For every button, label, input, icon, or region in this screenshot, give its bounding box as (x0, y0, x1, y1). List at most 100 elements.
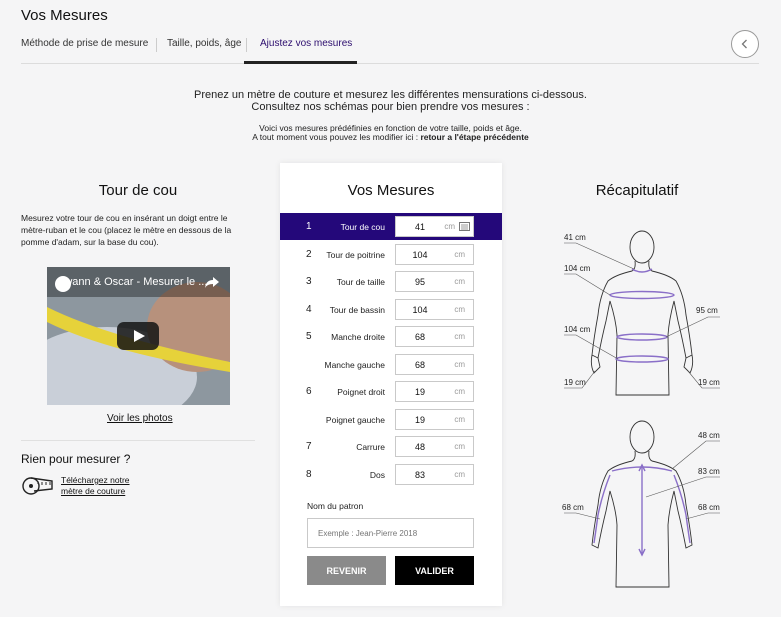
measure-row[interactable]: Manche gauche 68 cm (280, 351, 502, 378)
measure-input[interactable]: 41 cm (395, 216, 474, 237)
front-hips-label: 104 cm (564, 325, 591, 334)
measure-input[interactable]: 68 cm (395, 354, 474, 375)
measure-input[interactable]: 104 cm (395, 244, 474, 265)
back-body-diagram (564, 420, 720, 588)
unit-label: cm (454, 360, 465, 369)
measure-row[interactable]: 6 Poignet droit 19 cm (280, 378, 502, 405)
measure-row[interactable]: 7 Carrure 48 cm (280, 433, 502, 460)
validate-button[interactable]: VALIDER (395, 556, 474, 585)
measure-label: Dos (369, 470, 385, 480)
measure-value: 83 (414, 470, 425, 480)
measure-label: Manche gauche (324, 360, 386, 370)
front-chest-label: 104 cm (564, 264, 591, 273)
measure-row[interactable]: 5 Manche droite 68 cm (280, 323, 502, 350)
form-title: Vos Mesures (347, 182, 435, 199)
back-sleeve-right-label: 68 cm (698, 503, 720, 512)
unit-label: cm (454, 277, 465, 286)
measure-input[interactable]: 19 cm (395, 381, 474, 402)
measure-label: Tour de cou (340, 222, 385, 232)
measure-number: 4 (306, 304, 312, 315)
download-link-line1: Téléchargez notre (61, 475, 130, 485)
unit-label: cm (454, 305, 465, 314)
chevron-left-icon (741, 39, 747, 49)
measure-value: 68 (414, 360, 425, 370)
measure-input[interactable]: 95 cm (395, 271, 474, 292)
measure-row[interactable]: 1 Tour de cou 41 cm (280, 213, 502, 240)
pattern-name-label: Nom du patron (307, 501, 364, 511)
measure-value: 104 (412, 305, 428, 315)
measure-input[interactable]: 48 cm (395, 436, 474, 457)
measure-input[interactable]: 83 cm (395, 464, 474, 485)
see-photos-link[interactable]: Voir les photos (107, 413, 173, 424)
measure-label: Tour de bassin (329, 305, 385, 315)
measure-input[interactable]: 104 cm (395, 299, 474, 320)
tab-separator (246, 38, 247, 52)
back-button[interactable] (731, 30, 759, 58)
video-title: Swann & Oscar - Mesurer le ... (57, 276, 208, 288)
left-section-title: Tour de cou (98, 182, 178, 199)
share-icon[interactable] (204, 276, 220, 289)
play-icon[interactable] (117, 322, 159, 350)
list-icon (459, 222, 470, 231)
page-title: Vos Mesures (21, 7, 108, 24)
measure-number: 2 (306, 249, 312, 260)
measure-label: Manche droite (331, 332, 385, 342)
measure-label: Poignet droit (337, 387, 385, 397)
download-link-line2: mètre de couture (61, 486, 126, 496)
measure-input[interactable]: 19 cm (395, 409, 474, 430)
intro-text-2: Consultez nos schémas pour bien prendre … (251, 101, 530, 113)
no-tape-title: Rien pour mesurer ? (21, 452, 131, 466)
tab-separator (156, 38, 157, 52)
measure-value: 19 (414, 415, 425, 425)
active-tab-indicator (244, 61, 357, 64)
front-neck-label: 41 cm (564, 233, 586, 242)
measure-value: 68 (414, 332, 425, 342)
download-tape-link[interactable]: Téléchargez notre mètre de couture (61, 475, 130, 497)
measure-row[interactable]: 8 Dos 83 cm (280, 461, 502, 488)
tab-measure-method[interactable]: Méthode de prise de mesure (21, 38, 148, 49)
intro-text-1: Prenez un mètre de couture et mesurez le… (194, 89, 587, 101)
back-sleeve-left-label: 68 cm (562, 503, 584, 512)
unit-label: cm (444, 222, 455, 231)
intro-text-4: A tout moment vous pouvez les modifier i… (0, 132, 781, 142)
tab-size-weight-age[interactable]: Taille, poids, âge (167, 38, 242, 49)
measure-number: 8 (306, 469, 312, 480)
unit-label: cm (454, 250, 465, 259)
front-wrist-left-label: 19 cm (564, 378, 586, 387)
measure-row[interactable]: Poignet gauche 19 cm (280, 406, 502, 433)
tab-adjust-measures[interactable]: Ajustez vos mesures (260, 38, 352, 49)
measure-row[interactable]: 3 Tour de taille 95 cm (280, 268, 502, 295)
measure-label: Tour de poitrine (326, 250, 385, 260)
unit-label: cm (454, 442, 465, 451)
measure-value: 48 (414, 442, 425, 452)
unit-label: cm (454, 470, 465, 479)
measure-value: 41 (414, 222, 425, 232)
video-player[interactable]: Swann & Oscar - Mesurer le ... (47, 267, 230, 405)
measure-description: Mesurez votre tour de cou en insérant un… (21, 213, 232, 247)
measure-value: 19 (414, 387, 425, 397)
measure-value: 104 (412, 250, 428, 260)
measure-number: 7 (306, 441, 312, 452)
measure-value: 95 (414, 277, 425, 287)
intro-text-4-prefix: A tout moment vous pouvez les modifier i… (252, 132, 421, 142)
measure-row[interactable]: 4 Tour de bassin 104 cm (280, 296, 502, 323)
measure-number: 3 (306, 276, 312, 287)
back-step-button[interactable]: REVENIR (307, 556, 386, 585)
measure-input[interactable]: 68 cm (395, 326, 474, 347)
nav-divider (21, 63, 759, 64)
measure-label: Tour de taille (336, 277, 385, 287)
tape-measure-icon (22, 477, 53, 495)
divider (21, 440, 255, 441)
pattern-name-input[interactable] (307, 518, 474, 548)
front-wrist-right-label: 19 cm (698, 378, 720, 387)
measure-label: Carrure (356, 442, 385, 452)
unit-label: cm (454, 415, 465, 424)
unit-label: cm (454, 387, 465, 396)
measure-number: 1 (306, 221, 312, 232)
previous-step-link[interactable]: retour a l'étape précédente (420, 132, 528, 142)
measure-row[interactable]: 2 Tour de poitrine 104 cm (280, 241, 502, 268)
back-shoulders-label: 48 cm (698, 431, 720, 440)
front-body-diagram (564, 230, 720, 396)
front-waist-label: 95 cm (696, 306, 718, 315)
measure-label: Poignet gauche (325, 415, 385, 425)
